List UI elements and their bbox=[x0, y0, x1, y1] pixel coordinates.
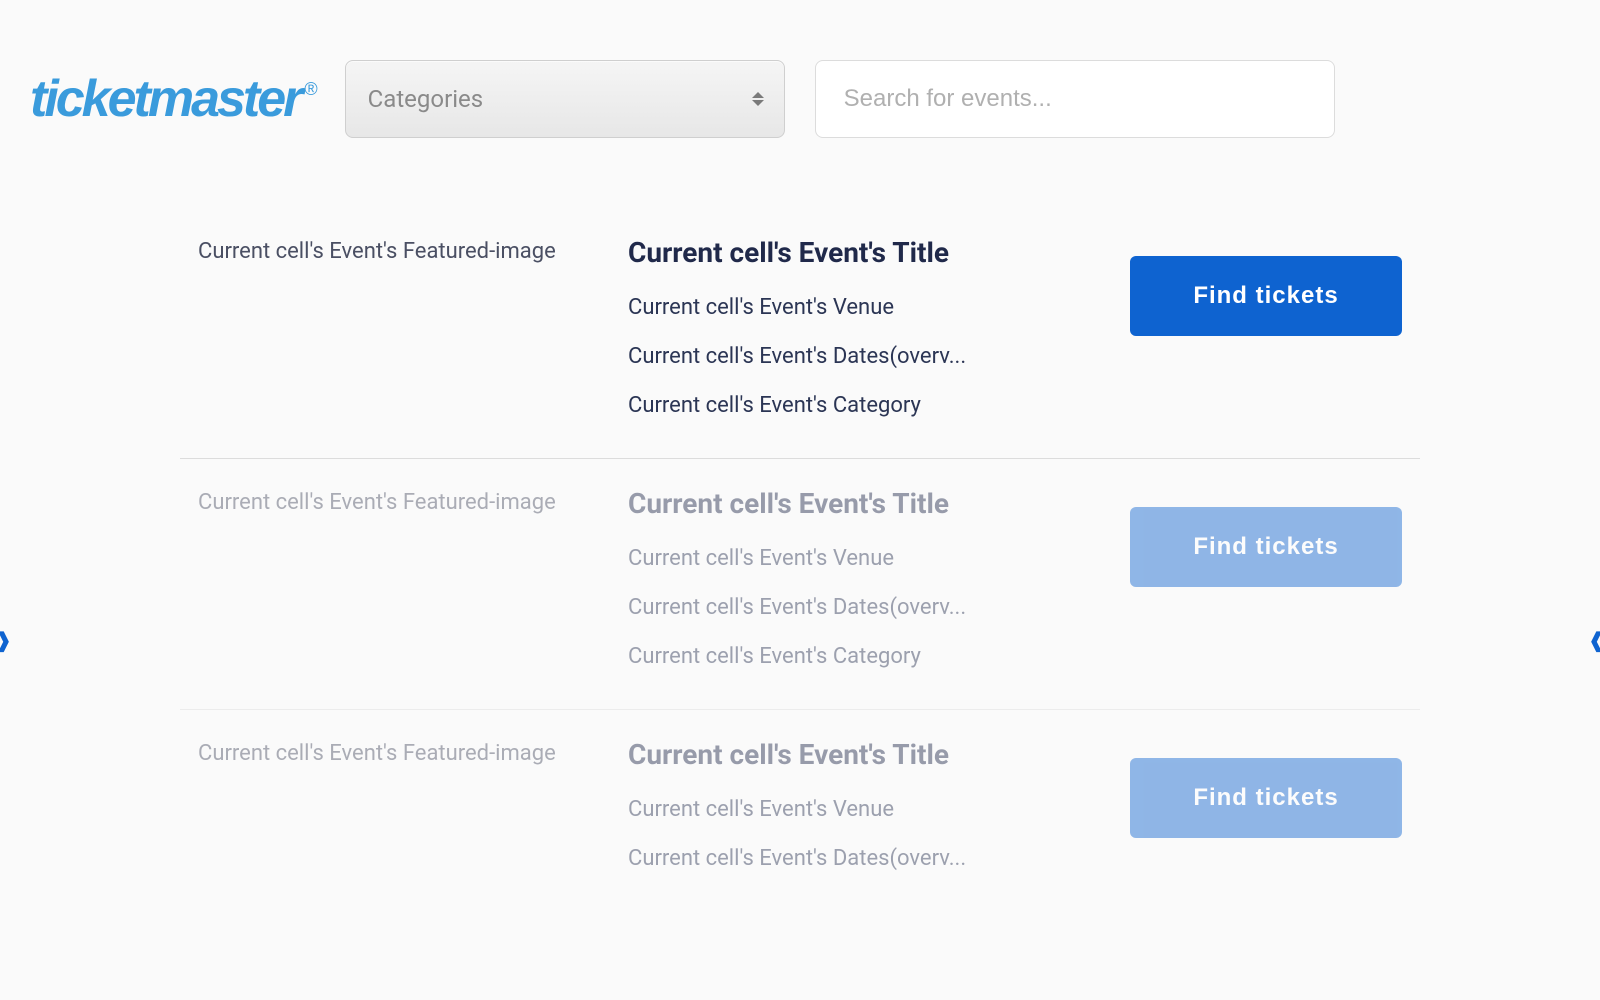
event-venue: Current cell's Event's Venue bbox=[628, 295, 1112, 320]
search-input[interactable] bbox=[815, 60, 1335, 138]
logo-registered-mark: ® bbox=[304, 79, 314, 100]
event-action: Find tickets bbox=[1122, 738, 1402, 871]
event-category: Current cell's Event's Category bbox=[628, 393, 1112, 418]
event-row: Current cell's Event's Featured-image Cu… bbox=[180, 459, 1420, 710]
event-featured-image-placeholder: Current cell's Event's Featured-image bbox=[198, 236, 618, 418]
event-category: Current cell's Event's Category bbox=[628, 644, 1112, 669]
logo-text: ticketmaster bbox=[30, 69, 300, 129]
categories-dropdown[interactable]: Categories bbox=[345, 60, 785, 138]
event-featured-image-placeholder: Current cell's Event's Featured-image bbox=[198, 738, 618, 871]
editor-right-handle-icon: ❰ bbox=[1588, 628, 1600, 652]
event-dates: Current cell's Event's Dates(overv... bbox=[628, 344, 1112, 369]
events-list: Current cell's Event's Featured-image Cu… bbox=[180, 208, 1420, 911]
find-tickets-button[interactable]: Find tickets bbox=[1130, 256, 1402, 336]
event-title: Current cell's Event's Title bbox=[628, 738, 1112, 771]
event-action: Find tickets bbox=[1122, 487, 1402, 669]
chevron-down-icon bbox=[752, 100, 764, 106]
event-info: Current cell's Event's Title Current cel… bbox=[628, 236, 1112, 418]
find-tickets-button[interactable]: Find tickets bbox=[1130, 507, 1402, 587]
event-venue: Current cell's Event's Venue bbox=[628, 797, 1112, 822]
event-action: Find tickets bbox=[1122, 236, 1402, 418]
event-title: Current cell's Event's Title bbox=[628, 236, 1112, 269]
find-tickets-button[interactable]: Find tickets bbox=[1130, 758, 1402, 838]
ticketmaster-logo: ticketmaster ® bbox=[30, 69, 315, 129]
event-dates: Current cell's Event's Dates(overv... bbox=[628, 595, 1112, 620]
event-title: Current cell's Event's Title bbox=[628, 487, 1112, 520]
event-row: Current cell's Event's Featured-image Cu… bbox=[180, 208, 1420, 459]
dropdown-arrows-icon bbox=[752, 92, 764, 106]
categories-label: Categories bbox=[368, 85, 484, 113]
editor-left-handle-icon: ❱ bbox=[0, 628, 12, 652]
event-featured-image-placeholder: Current cell's Event's Featured-image bbox=[198, 487, 618, 669]
event-venue: Current cell's Event's Venue bbox=[628, 546, 1112, 571]
event-info: Current cell's Event's Title Current cel… bbox=[628, 487, 1112, 669]
event-row: Current cell's Event's Featured-image Cu… bbox=[180, 710, 1420, 911]
header-bar: ticketmaster ® Categories bbox=[0, 0, 1600, 178]
chevron-up-icon bbox=[752, 92, 764, 98]
event-dates: Current cell's Event's Dates(overv... bbox=[628, 846, 1112, 871]
event-info: Current cell's Event's Title Current cel… bbox=[628, 738, 1112, 871]
